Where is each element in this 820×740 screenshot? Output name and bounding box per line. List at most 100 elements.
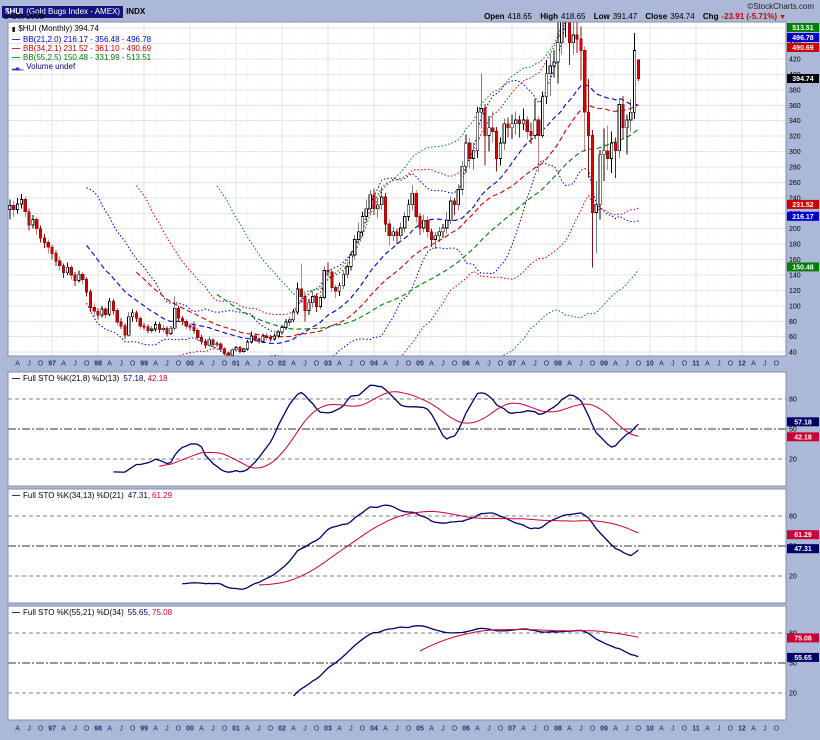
svg-text:J: J: [579, 361, 583, 368]
svg-text:J: J: [395, 361, 399, 368]
svg-text:57.18: 57.18: [794, 419, 812, 426]
svg-text:06: 06: [462, 726, 470, 733]
svg-text:20: 20: [789, 574, 797, 581]
svg-text:J: J: [579, 726, 583, 733]
svg-text:J: J: [73, 361, 77, 368]
svg-text:320: 320: [789, 134, 801, 141]
svg-text:J: J: [27, 361, 31, 368]
svg-text:A: A: [107, 361, 112, 368]
svg-text:08: 08: [554, 726, 562, 733]
svg-text:O: O: [590, 726, 596, 733]
svg-text:260: 260: [789, 180, 801, 187]
svg-text:O: O: [360, 726, 366, 733]
stockcharts-page: 4060801001201401601802002202402602803003…: [0, 0, 820, 740]
svg-text:O: O: [84, 361, 90, 368]
svg-text:A: A: [613, 361, 618, 368]
svg-text:O: O: [176, 361, 182, 368]
svg-text:J: J: [671, 361, 675, 368]
svg-text:A: A: [659, 361, 664, 368]
svg-text:A: A: [521, 726, 526, 733]
svg-text:100: 100: [789, 303, 801, 310]
svg-text:A: A: [475, 726, 480, 733]
svg-text:J: J: [73, 726, 77, 733]
svg-text:380: 380: [789, 87, 801, 94]
legend-row-bb55: —BB(55,2.5) 150.48 - 331.99 - 513.51: [12, 53, 151, 62]
stoch3-swatch-icon: —: [12, 608, 20, 617]
svg-text:O: O: [406, 726, 412, 733]
svg-text:O: O: [728, 726, 734, 733]
svg-text:J: J: [763, 361, 767, 368]
svg-text:97: 97: [48, 361, 56, 368]
svg-text:61.29: 61.29: [794, 532, 812, 539]
svg-text:A: A: [15, 361, 20, 368]
svg-text:490.69: 490.69: [792, 45, 814, 52]
svg-text:07: 07: [508, 726, 516, 733]
legend-row-bb34: —BB(34,2.1) 231.52 - 361.10 - 490.69: [12, 44, 151, 53]
svg-text:60: 60: [789, 334, 797, 341]
stoch1-comma: ,: [143, 374, 145, 383]
svg-text:J: J: [349, 726, 353, 733]
svg-text:140: 140: [789, 273, 801, 280]
svg-text:J: J: [211, 361, 215, 368]
svg-text:J: J: [533, 361, 537, 368]
svg-text:20: 20: [789, 691, 797, 698]
svg-text:01: 01: [232, 726, 240, 733]
svg-text:420: 420: [789, 57, 801, 64]
svg-text:80: 80: [789, 397, 797, 404]
index-suffix: INDX: [126, 7, 145, 16]
svg-text:A: A: [429, 361, 434, 368]
svg-text:A: A: [429, 726, 434, 733]
svg-text:280: 280: [789, 165, 801, 172]
legend-bb34-text: BB(34,2.1) 231.52 - 361.10 - 490.69: [23, 44, 151, 53]
svg-text:A: A: [383, 726, 388, 733]
svg-text:55.65: 55.65: [794, 655, 812, 662]
svg-text:A: A: [245, 726, 250, 733]
svg-text:11: 11: [692, 726, 700, 733]
svg-text:513.51: 513.51: [792, 25, 814, 32]
stoch2-label: Full STO %K(34,13) %D(21): [23, 491, 124, 500]
bb21-swatch-icon: —: [12, 35, 20, 44]
svg-text:A: A: [659, 726, 664, 733]
svg-text:O: O: [314, 726, 320, 733]
svg-text:A: A: [153, 726, 158, 733]
bb55-swatch-icon: —: [12, 53, 20, 62]
svg-text:J: J: [165, 726, 169, 733]
stoch2-k-value: 47.31: [128, 491, 148, 500]
svg-text:O: O: [452, 726, 458, 733]
stoch3-d-value: 75.08: [152, 608, 172, 617]
svg-text:O: O: [636, 726, 642, 733]
svg-text:J: J: [717, 361, 721, 368]
stoch2-comma: ,: [148, 491, 150, 500]
svg-text:J: J: [395, 726, 399, 733]
main-date-axis: AJO97AJO98AJO99AJO00AJO01AJO02AJO03AJO04…: [15, 361, 779, 368]
svg-text:07: 07: [508, 361, 516, 368]
low-value: 391.47: [613, 12, 637, 21]
stoch3-legend: —Full STO %K(55,21) %D(34)55.65,75.08: [12, 608, 172, 617]
svg-text:02: 02: [278, 361, 286, 368]
svg-text:A: A: [383, 361, 388, 368]
svg-text:O: O: [360, 361, 366, 368]
svg-text:O: O: [38, 361, 44, 368]
svg-text:00: 00: [186, 726, 194, 733]
svg-text:J: J: [625, 726, 629, 733]
open-label: Open: [484, 12, 504, 21]
svg-text:98: 98: [94, 726, 102, 733]
svg-text:360: 360: [789, 103, 801, 110]
bb34-swatch-icon: —: [12, 44, 20, 53]
svg-text:A: A: [15, 726, 20, 733]
stoch3-comma: ,: [148, 608, 150, 617]
svg-text:O: O: [498, 726, 504, 733]
stoch2-legend: —Full STO %K(34,13) %D(21)47.31,61.29: [12, 491, 172, 500]
svg-text:216.17: 216.17: [792, 214, 814, 221]
svg-text:O: O: [590, 361, 596, 368]
svg-text:06: 06: [462, 361, 470, 368]
svg-text:O: O: [268, 726, 274, 733]
stoch-panel-1: 80502057.1842.18: [8, 372, 819, 486]
copyright-text: ©StockCharts.com: [747, 2, 814, 11]
stoch2-d-value: 61.29: [152, 491, 172, 500]
svg-text:180: 180: [789, 242, 801, 249]
candlestick-icon: ▮: [12, 27, 15, 33]
svg-text:O: O: [222, 726, 228, 733]
svg-text:O: O: [452, 361, 458, 368]
svg-text:J: J: [257, 361, 261, 368]
